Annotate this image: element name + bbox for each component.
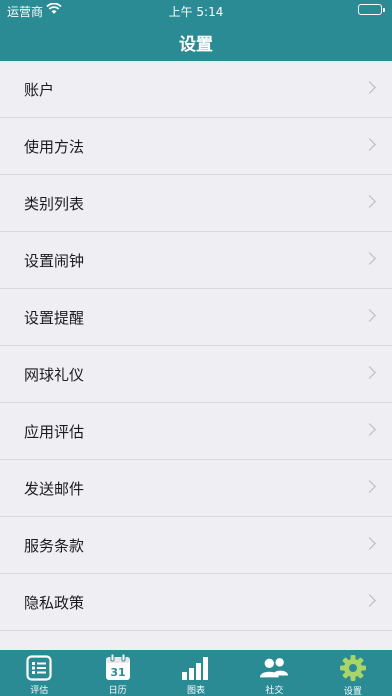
settings-item-label: 服务条款: [24, 536, 85, 555]
settings-item-label: 应用评估: [24, 422, 85, 441]
chevron-right-icon: [363, 195, 376, 208]
settings-item-set-alarm[interactable]: 设置闹钟: [0, 232, 392, 289]
settings-item-tennis-etiquette[interactable]: 网球礼仪: [0, 346, 392, 403]
tab-label: 设置: [343, 687, 362, 696]
page-title: 设置: [179, 35, 213, 55]
bar-chart-icon: [181, 654, 211, 681]
gear-icon: [338, 654, 368, 682]
settings-item-label: 账户: [24, 80, 55, 99]
settings-item-account[interactable]: 账户: [0, 61, 392, 118]
tab-label: 社交: [265, 686, 284, 696]
tab-label: 日历: [108, 686, 127, 696]
tab-calendar[interactable]: 31 日历: [78, 650, 156, 696]
settings-item-label: 隐私政策: [24, 593, 85, 612]
tab-chart[interactable]: 图表: [157, 650, 235, 696]
settings-item-terms-of-service[interactable]: 服务条款: [0, 517, 392, 574]
chevron-right-icon: [363, 366, 376, 379]
settings-item-label: 使用方法: [24, 137, 85, 156]
tab-label: 图表: [187, 686, 206, 696]
settings-item-label: 设置闹钟: [24, 251, 85, 270]
tab-settings[interactable]: 设置: [314, 650, 392, 696]
settings-item-label: 网球礼仪: [24, 365, 85, 384]
chevron-right-icon: [363, 480, 376, 493]
settings-item-rate-app[interactable]: 应用评估: [0, 403, 392, 460]
settings-item-label: 设置提醒: [24, 308, 85, 327]
settings-item-partial[interactable]: [0, 631, 392, 650]
settings-list: 账户 使用方法 类别列表 设置闹钟 设置提醒 网球礼仪 应用评估 发送邮件 服务…: [0, 61, 392, 650]
settings-item-label: 类别列表: [24, 194, 85, 213]
settings-item-set-reminder[interactable]: 设置提醒: [0, 289, 392, 346]
calendar-day-number: 31: [110, 666, 125, 679]
chevron-right-icon: [363, 252, 376, 265]
tab-evaluate[interactable]: 评估: [0, 650, 78, 696]
people-icon: [259, 654, 289, 681]
chevron-right-icon: [363, 309, 376, 322]
chevron-right-icon: [363, 537, 376, 550]
navigation-header: 运营商 上午 5:14 设置: [0, 0, 392, 61]
calendar-icon: 31: [103, 654, 133, 681]
chevron-right-icon: [363, 594, 376, 607]
settings-item-privacy-policy[interactable]: 隐私政策: [0, 574, 392, 631]
status-time: 上午 5:14: [168, 5, 224, 19]
settings-item-category-list[interactable]: 类别列表: [0, 175, 392, 232]
settings-item-label: 发送邮件: [24, 479, 85, 498]
chevron-right-icon: [363, 81, 376, 94]
chevron-right-icon: [363, 138, 376, 151]
chevron-right-icon: [363, 423, 376, 436]
list-icon: [24, 654, 54, 681]
tab-label: 评估: [30, 686, 49, 696]
settings-item-how-to-use[interactable]: 使用方法: [0, 118, 392, 175]
battery-icon: [358, 4, 385, 15]
tab-social[interactable]: 社交: [235, 650, 313, 696]
status-bar: 运营商 上午 5:14: [0, 0, 392, 20]
settings-item-send-email[interactable]: 发送邮件: [0, 460, 392, 517]
tab-bar: 评估 31 日历 图表 社交 设置: [0, 650, 392, 696]
